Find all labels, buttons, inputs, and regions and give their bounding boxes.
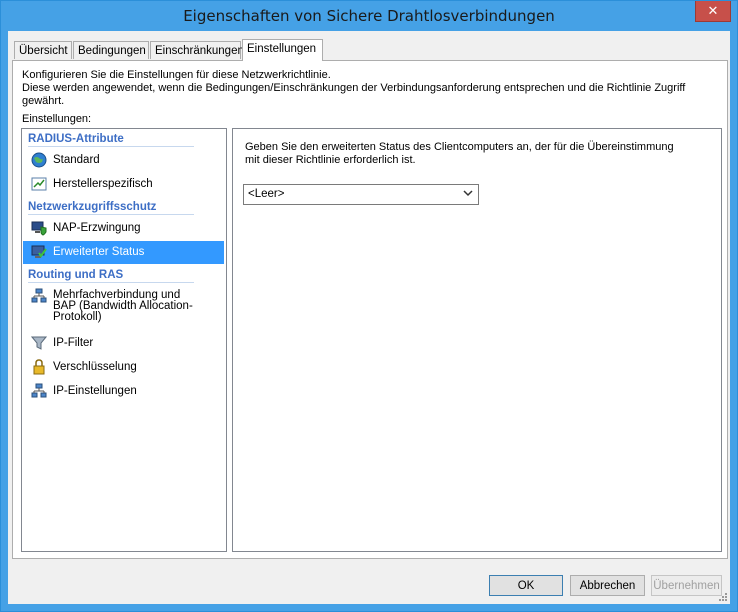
section-routing-und-ras: Routing und RAS bbox=[28, 269, 194, 283]
detail-line-2: mit dieser Richtlinie erforderlich ist. bbox=[245, 154, 416, 166]
dialog-client: Übersicht Bedingungen Einschränkungen Ei… bbox=[8, 31, 730, 604]
nav-item-ip-einstellungen[interactable]: IP-Einstellungen bbox=[23, 380, 224, 403]
chart-icon bbox=[31, 177, 47, 191]
nav-item-erweiterter-status[interactable]: Erweiterter Status bbox=[23, 241, 224, 264]
detail-pane: Geben Sie den erweiterten Status des Cli… bbox=[232, 128, 722, 552]
dialog-window: Eigenschaften von Sichere Drahtlosverbin… bbox=[0, 0, 738, 612]
section-radius-attribute: RADIUS-Attribute bbox=[28, 133, 194, 147]
resize-grip-icon[interactable] bbox=[718, 592, 728, 602]
nav-item-label: Erweiterter Status bbox=[53, 246, 145, 258]
globe-icon bbox=[31, 152, 47, 168]
label-line-3: Protokoll) bbox=[53, 311, 102, 323]
title-bar[interactable]: Eigenschaften von Sichere Drahtlosverbin… bbox=[1, 1, 737, 31]
chevron-down-icon bbox=[463, 190, 473, 197]
computer-shield-icon bbox=[31, 221, 47, 236]
nav-item-label: Mehrfachverbindung und BAP (Bandwidth Al… bbox=[53, 289, 193, 323]
nav-item-standard[interactable]: Standard bbox=[23, 149, 224, 172]
apply-button[interactable]: Übernehmen bbox=[651, 575, 722, 596]
nav-item-mehrfachverbindung-bap[interactable]: Mehrfachverbindung und BAP (Bandwidth Al… bbox=[23, 285, 224, 333]
network-icon bbox=[31, 383, 47, 398]
panel-description: Konfigurieren Sie die Einstellungen für … bbox=[22, 69, 727, 108]
nav-item-label: Herstellerspezifisch bbox=[53, 178, 153, 190]
nav-item-herstellerspezifisch[interactable]: Herstellerspezifisch bbox=[23, 173, 224, 196]
nav-item-verschluesselung[interactable]: Verschlüsselung bbox=[23, 356, 224, 379]
filter-icon bbox=[31, 336, 47, 350]
detail-description: Geben Sie den erweiterten Status des Cli… bbox=[245, 141, 685, 167]
nav-item-label: Verschlüsselung bbox=[53, 361, 137, 373]
detail-line-1: Geben Sie den erweiterten Status des Cli… bbox=[245, 141, 674, 153]
close-button[interactable]: ✕ bbox=[695, 1, 731, 22]
tab-uebersicht[interactable]: Übersicht bbox=[14, 41, 72, 59]
description-line-2: Diese werden angewendet, wenn die Beding… bbox=[22, 82, 686, 107]
dropdown-value: <Leer> bbox=[248, 188, 285, 200]
tab-bedingungen[interactable]: Bedingungen bbox=[73, 41, 149, 59]
nav-item-nap-erzwingung[interactable]: NAP-Erzwingung bbox=[23, 217, 224, 240]
section-netzwerkzugriffsschutz: Netzwerkzugriffsschutz bbox=[28, 201, 194, 215]
nav-item-label: IP-Filter bbox=[53, 337, 94, 349]
network-icon bbox=[31, 288, 47, 303]
nav-item-label: Standard bbox=[53, 154, 100, 166]
window-title: Eigenschaften von Sichere Drahtlosverbin… bbox=[183, 7, 555, 25]
tab-einstellungen[interactable]: Einstellungen bbox=[242, 39, 323, 61]
nav-item-ip-filter[interactable]: IP-Filter bbox=[23, 332, 224, 355]
settings-label: Einstellungen: bbox=[22, 113, 92, 125]
nav-item-label: IP-Einstellungen bbox=[53, 385, 137, 397]
settings-tree[interactable]: RADIUS-Attribute Standard Herstellerspez… bbox=[21, 128, 227, 552]
description-line-1: Konfigurieren Sie die Einstellungen für … bbox=[22, 69, 331, 81]
nav-item-label: NAP-Erzwingung bbox=[53, 222, 141, 234]
extended-status-dropdown[interactable]: <Leer> bbox=[243, 184, 479, 205]
tab-einschraenkungen[interactable]: Einschränkungen bbox=[150, 41, 244, 59]
ok-button[interactable]: OK bbox=[489, 575, 563, 596]
lock-icon bbox=[33, 359, 45, 375]
cancel-button[interactable]: Abbrechen bbox=[570, 575, 645, 596]
tab-panel-einstellungen: Konfigurieren Sie die Einstellungen für … bbox=[12, 60, 728, 559]
computer-check-icon bbox=[31, 245, 47, 258]
